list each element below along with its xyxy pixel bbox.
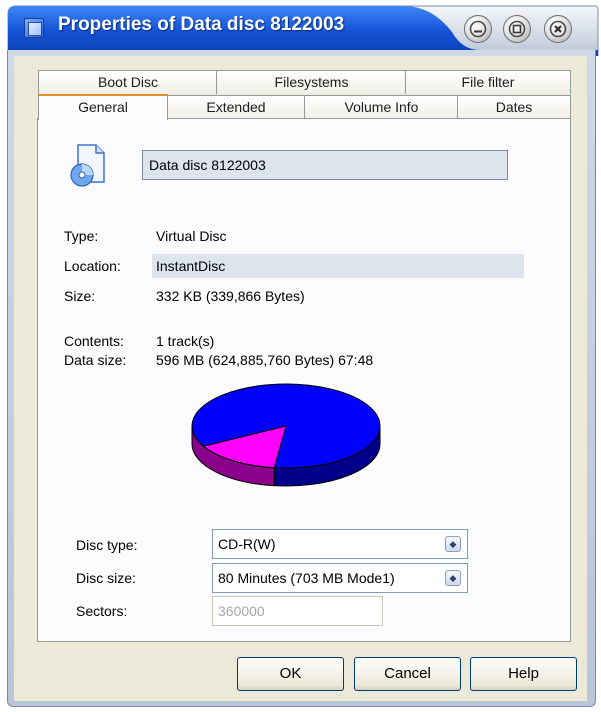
size-value: 332 KB (339,866 Bytes) [156, 288, 305, 304]
maximize-icon [508, 20, 526, 38]
type-value: Virtual Disc [156, 228, 227, 244]
sectors-label: Sectors: [76, 603, 128, 619]
close-button[interactable] [544, 15, 572, 43]
contents-value: 1 track(s) [156, 333, 215, 349]
cancel-button[interactable]: Cancel [354, 657, 461, 691]
tab-dates[interactable]: Dates [457, 95, 571, 119]
disc-size-label: Disc size: [76, 570, 136, 586]
tab-boot-disc[interactable]: Boot Disc [38, 70, 218, 94]
disc-size-select[interactable]: 80 Minutes (703 MB Mode1) ◆ [212, 563, 468, 593]
minimize-button[interactable] [464, 15, 492, 43]
close-icon [549, 20, 567, 38]
dropdown-arrow-icon: ◆ [445, 536, 461, 552]
disc-size-value: 80 Minutes (703 MB Mode1) [218, 570, 395, 586]
location-value: InstantDisc [156, 258, 226, 274]
app-icon [24, 18, 44, 38]
location-label: Location: [64, 258, 121, 274]
window-title: Properties of Data disc 8122003 [58, 14, 345, 35]
disc-type-label: Disc type: [76, 537, 138, 553]
tab-volume-info[interactable]: Volume Info [304, 95, 459, 119]
separator-middle [60, 310, 512, 311]
separator-top [60, 211, 512, 212]
disc-usage-pie [191, 383, 381, 487]
datasize-value: 596 MB (624,885,760 Bytes) 67:48 [156, 352, 374, 368]
disc-file-icon [70, 144, 105, 187]
tab-general[interactable]: General [38, 94, 168, 120]
sectors-field: 360000 [212, 596, 383, 626]
disc-type-select[interactable]: CD-R(W) ◆ [212, 529, 468, 559]
title-bar[interactable]: Properties of Data disc 8122003 [0, 0, 601, 56]
type-label: Type: [64, 228, 99, 244]
dropdown-arrow-icon: ◆ [445, 570, 461, 586]
minimize-icon [469, 20, 487, 38]
disc-name-field[interactable]: Data disc 8122003 [142, 150, 508, 180]
contents-label: Contents: [64, 333, 124, 349]
ok-button[interactable]: OK [237, 657, 344, 691]
tab-extended[interactable]: Extended [166, 95, 306, 119]
datasize-label: Data size: [64, 352, 127, 368]
help-button[interactable]: Help [470, 657, 577, 691]
tab-filesystems[interactable]: Filesystems [216, 70, 407, 94]
tab-file-filter[interactable]: File filter [405, 70, 571, 94]
properties-dialog: Properties of Data disc 8122003 Boot Dis… [0, 0, 601, 712]
size-label: Size: [64, 288, 96, 304]
maximize-button[interactable] [503, 15, 531, 43]
disc-type-value: CD-R(W) [218, 536, 276, 552]
